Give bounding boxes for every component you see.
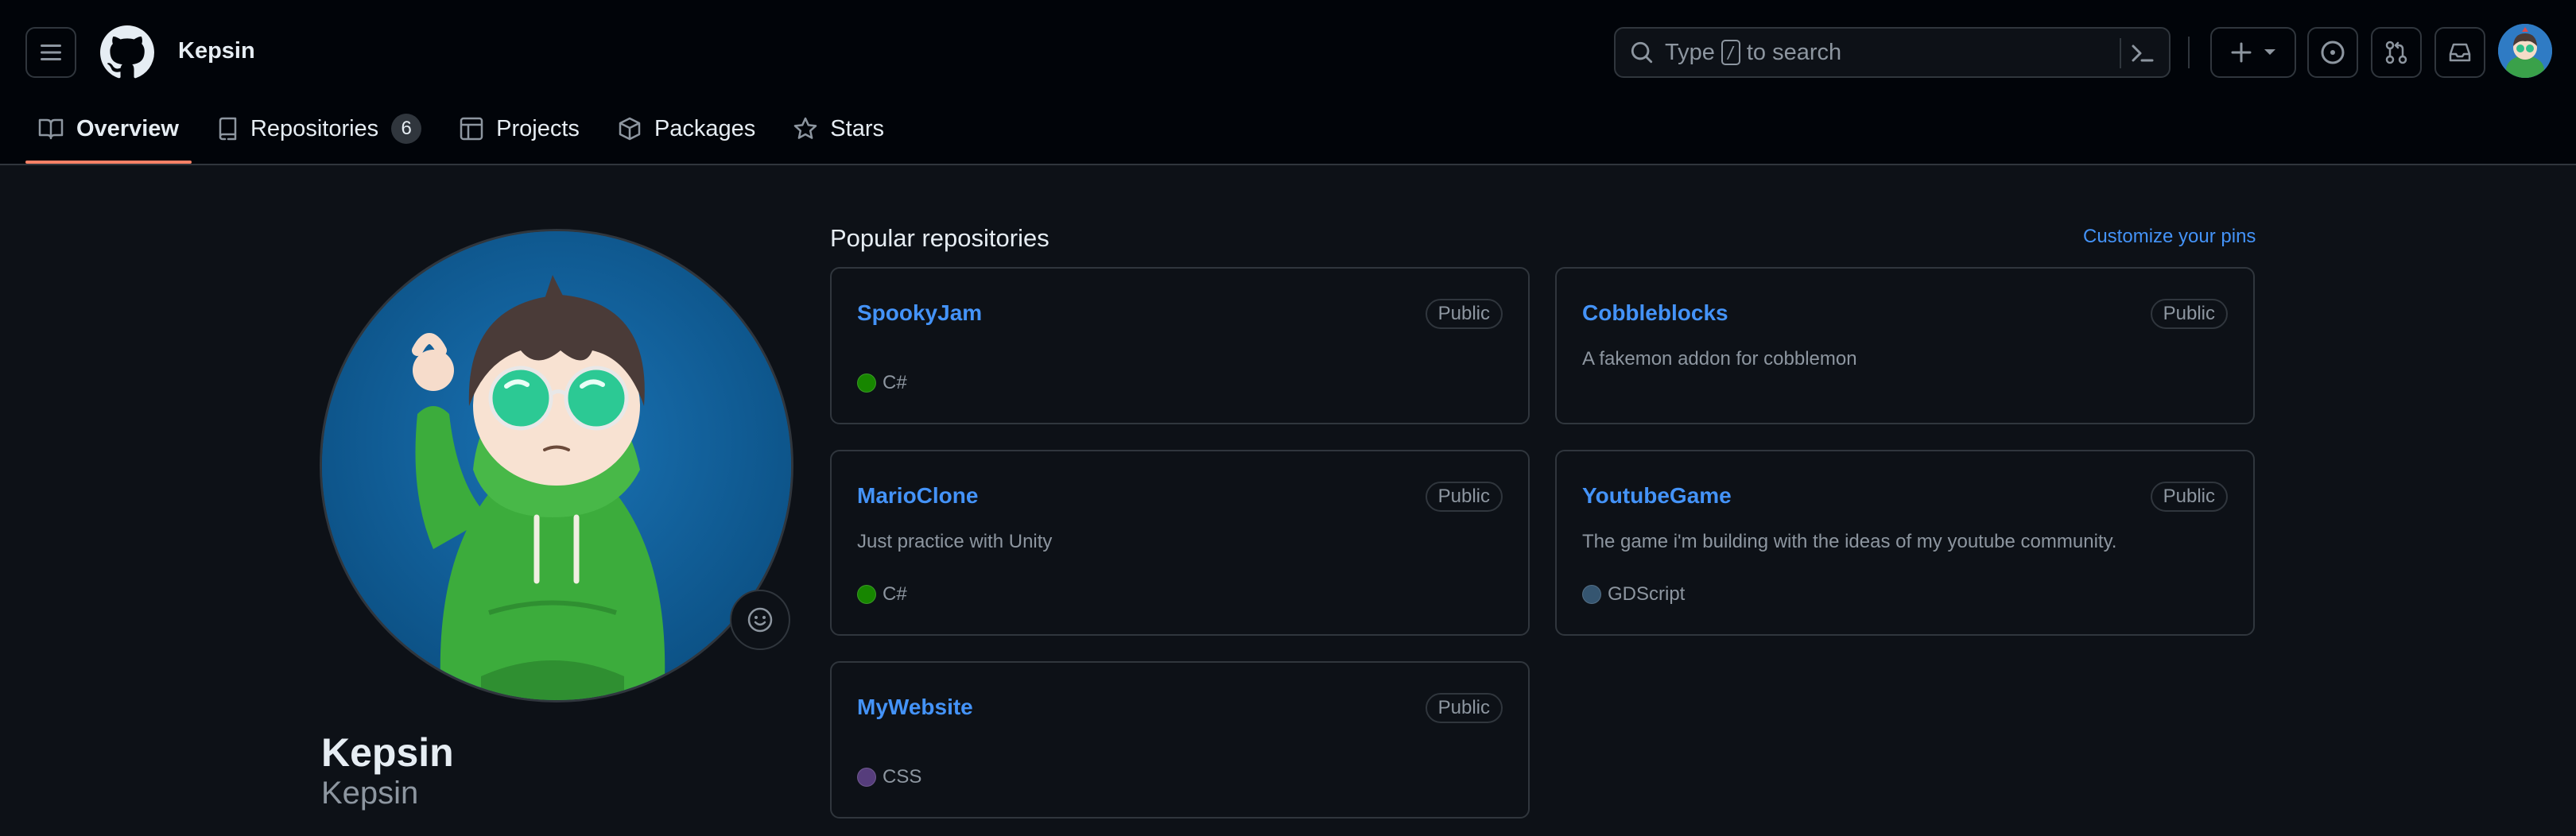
language-color-dot [857,585,876,604]
popular-repositories-heading: Popular repositories [830,224,1049,252]
package-icon [619,117,641,141]
tab-packages-label: Packages [654,115,756,141]
language-color-dot [1582,585,1601,604]
search-input[interactable]: Type / to search [1614,27,2171,78]
terminal-icon [2132,45,2154,62]
table-icon [460,117,483,141]
global-header: Kepsin Type / to search Overview Reposit… [0,0,2576,165]
language-color-dot [857,768,876,787]
language-label: C# [883,372,907,393]
menu-button[interactable] [25,27,76,78]
create-new-button[interactable] [2210,27,2296,78]
tab-repositories[interactable]: Repositories 6 [204,108,434,149]
search-placeholder-prefix: Type [1665,39,1715,65]
repo-description: A fakemon addon for cobblemon [1582,348,1857,370]
repo-card: YoutubeGame Public The game i'm building… [1555,450,2255,636]
tab-projects[interactable]: Projects [447,108,592,149]
tab-overview[interactable]: Overview [25,108,192,164]
git-pull-request-icon [2385,41,2407,64]
search-icon [1631,41,1653,64]
visibility-badge: Public [1425,482,1503,512]
search-divider [2120,38,2121,68]
smiley-icon [747,607,773,633]
visibility-badge: Public [1425,299,1503,329]
repo-card: MarioClone Public Just practice with Uni… [830,450,1530,636]
book-icon [38,118,64,140]
user-avatar-button[interactable] [2498,24,2552,78]
repositories-count-badge: 6 [391,114,422,144]
plus-icon [2231,42,2252,63]
repo-link[interactable]: MarioClone [857,483,978,509]
visibility-badge: Public [2150,482,2228,512]
caret-down-icon [2264,49,2275,55]
repo-link[interactable]: SpookyJam [857,300,982,326]
repo-language: C# [857,372,907,394]
tab-repositories-label: Repositories [250,115,379,141]
language-label: GDScript [1608,583,1686,605]
repo-card: MyWebsite Public CSS [830,661,1530,819]
inbox-button[interactable] [2434,27,2485,78]
repo-description: The game i'm building with the ideas of … [1582,531,2117,552]
issues-button[interactable] [2307,27,2358,78]
repo-description: Just practice with Unity [857,531,1053,552]
repo-language: GDScript [1582,583,1685,606]
command-palette-button[interactable] [2129,40,2156,67]
repo-link[interactable]: YoutubeGame [1582,483,1732,509]
avatar-illustration [322,231,791,700]
profile-login: Kepsin [321,776,419,811]
repo-card: Cobbleblocks Public A fakemon addon for … [1555,267,2255,424]
inbox-icon [2449,43,2471,62]
search-placeholder: Type / to search [1665,40,1841,66]
profile-avatar[interactable] [320,229,793,702]
repo-language: C# [857,583,907,606]
tab-projects-label: Projects [496,115,580,141]
hamburger-icon [41,45,61,60]
language-color-dot [857,373,876,393]
issue-icon [2321,41,2345,64]
pull-requests-button[interactable] [2371,27,2422,78]
avatar-image [2498,24,2552,78]
customize-pins-link[interactable]: Customize your pins [2083,226,2256,248]
header-separator [2188,37,2190,68]
slash-key-hint: / [1721,40,1740,65]
tab-packages[interactable]: Packages [605,108,768,149]
repo-link[interactable]: Cobbleblocks [1582,300,1728,326]
language-label: C# [883,583,907,605]
repo-language: CSS [857,766,921,788]
visibility-badge: Public [1425,693,1503,723]
repo-link[interactable]: MyWebsite [857,695,973,720]
tab-stars-label: Stars [830,115,884,141]
profile-tabs: Overview Repositories 6 Projects Package… [25,108,910,165]
github-logo-icon[interactable] [100,25,154,79]
visibility-badge: Public [2150,299,2228,329]
profile-name: Kepsin [321,730,454,775]
tab-stars[interactable]: Stars [781,108,897,149]
set-status-button[interactable] [730,590,790,650]
language-label: CSS [883,766,922,788]
star-icon [794,117,817,139]
repo-card: SpookyJam Public C# [830,267,1530,424]
repo-icon [219,117,237,141]
search-placeholder-suffix: to search [1746,39,1842,65]
header-username[interactable]: Kepsin [178,38,255,64]
tab-overview-label: Overview [76,115,179,141]
